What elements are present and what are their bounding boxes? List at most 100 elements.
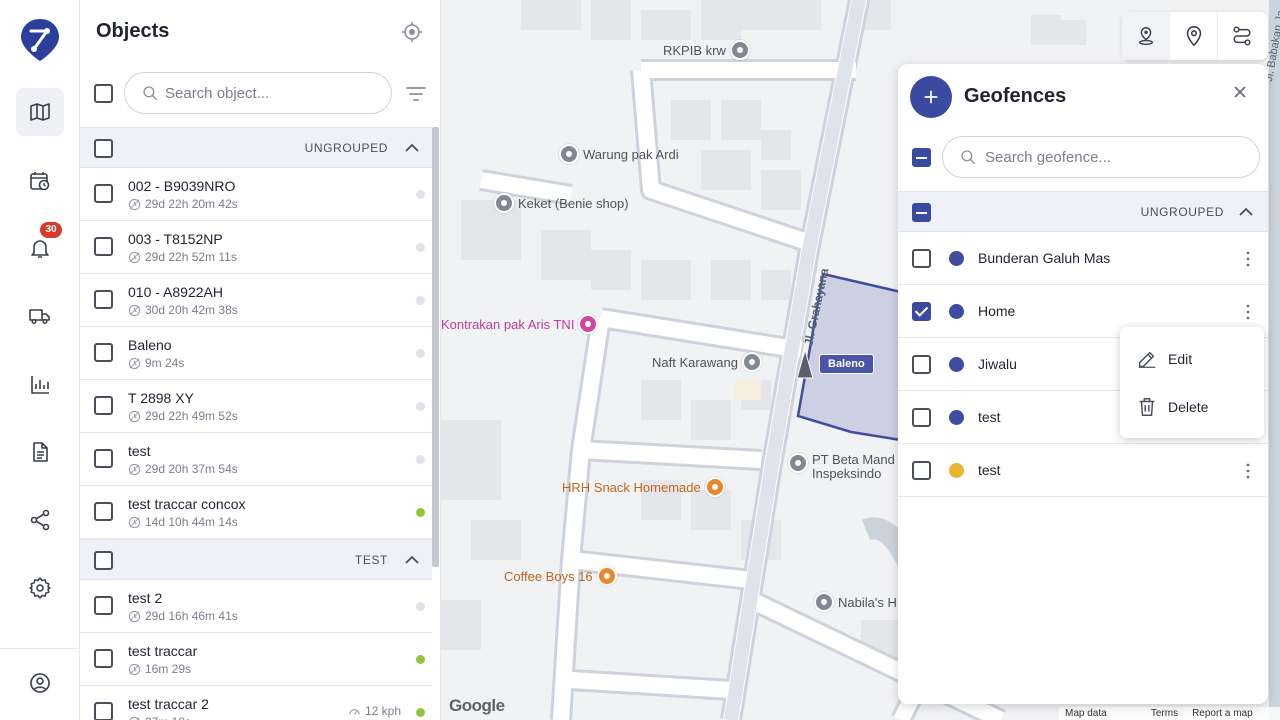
object-checkbox[interactable] <box>94 449 113 468</box>
poi-marker[interactable]: Nabila's H <box>814 592 897 612</box>
delete-menu-item[interactable]: Delete <box>1120 385 1264 429</box>
poi-toggle-button[interactable] <box>1170 12 1218 60</box>
add-geofence-button[interactable] <box>910 76 952 118</box>
chevron-up-icon[interactable] <box>402 550 422 570</box>
object-checkbox[interactable] <box>94 596 113 615</box>
vehicles-nav-button[interactable] <box>16 292 64 340</box>
select-all-geofences-checkbox[interactable] <box>912 148 931 167</box>
map-icon <box>30 103 50 121</box>
object-row[interactable]: test traccar concox 14d 10h 44m 14s <box>80 486 432 539</box>
search-icon <box>961 150 976 165</box>
poi-marker[interactable]: Coffee Boys 16 <box>504 566 617 586</box>
geofence-search[interactable] <box>942 136 1260 178</box>
poi-marker[interactable]: RKPIB krw <box>663 40 750 60</box>
route-icon <box>1233 26 1251 46</box>
poi-marker[interactable]: Kontrakan pak Aris TNI <box>441 314 599 334</box>
app-logo[interactable] <box>20 18 60 62</box>
schedule-nav-button[interactable] <box>16 157 64 205</box>
edit-icon <box>1138 351 1156 368</box>
more-vertical-icon[interactable] <box>1240 461 1256 481</box>
last-seen-icon <box>128 304 141 316</box>
group-checkbox[interactable] <box>912 203 931 222</box>
duration-text: 14d 10h 44m 14s <box>145 515 238 529</box>
object-name: test traccar <box>128 643 198 659</box>
poi-marker[interactable]: Naft Karawang <box>652 352 762 372</box>
object-row[interactable]: 003 - T8152NP 29d 22h 52m 11s <box>80 221 432 274</box>
object-duration: 14d 10h 44m 14s <box>128 515 238 529</box>
more-vertical-icon[interactable] <box>1240 302 1256 322</box>
more-vertical-icon[interactable] <box>1240 249 1256 269</box>
route-toggle-button[interactable] <box>1218 12 1266 60</box>
locate-icon[interactable] <box>400 20 424 44</box>
edit-menu-item[interactable]: Edit <box>1120 337 1264 381</box>
object-row[interactable]: Baleno 9m 24s <box>80 327 432 380</box>
object-row[interactable]: 002 - B9039NRO 29d 22h 20m 42s <box>80 168 432 221</box>
object-row[interactable]: test 29d 20h 37m 54s <box>80 433 432 486</box>
geofence-row[interactable]: Bunderan Galuh Mas <box>898 232 1268 285</box>
object-checkbox[interactable] <box>94 649 113 668</box>
object-row[interactable]: test traccar 16m 29s <box>80 633 432 686</box>
poi-marker[interactable]: Warung pak Ardi <box>559 144 679 164</box>
group-checkbox[interactable] <box>94 139 113 158</box>
group-name: TEST <box>354 553 388 567</box>
poi-marker[interactable]: Keket (Benie shop) <box>494 193 629 213</box>
documents-nav-button[interactable] <box>16 428 64 476</box>
restaurant-icon <box>596 566 617 586</box>
geofence-checkbox[interactable] <box>912 408 931 427</box>
map-attribution: Map data ©2026 Terms Report a map error <box>1059 707 1280 720</box>
restaurant-icon <box>704 477 725 497</box>
close-icon[interactable] <box>1230 82 1250 102</box>
object-checkbox[interactable] <box>94 396 113 415</box>
object-checkbox[interactable] <box>94 290 113 309</box>
object-row[interactable]: test 2 29d 16h 46m 41s <box>80 580 432 633</box>
map-data-text: Map data ©2026 <box>1065 708 1107 719</box>
object-search[interactable] <box>124 72 392 114</box>
terms-link[interactable]: Terms <box>1151 707 1178 720</box>
object-search-input[interactable] <box>165 84 365 102</box>
object-checkbox[interactable] <box>94 502 113 521</box>
object-row[interactable]: 010 - A8922AH 30d 20h 42m 38s <box>80 274 432 327</box>
geofence-search-input[interactable] <box>985 148 1225 166</box>
select-all-objects-checkbox[interactable] <box>94 84 113 103</box>
account-nav-button[interactable] <box>16 659 64 707</box>
chevron-up-icon[interactable] <box>1236 202 1256 222</box>
object-checkbox[interactable] <box>94 184 113 203</box>
chevron-up-icon[interactable] <box>402 138 422 158</box>
object-row[interactable]: test traccar 2 27m 18s 12 kph <box>80 686 432 720</box>
status-indicator <box>416 455 425 464</box>
notifications-nav-button[interactable]: 30 <box>16 222 64 272</box>
poi-marker[interactable]: PT Beta Mand Inspeksindo <box>788 453 895 481</box>
object-name: test traccar concox <box>128 496 246 512</box>
group-name: UNGROUPED <box>304 141 388 155</box>
object-checkbox[interactable] <box>94 702 113 720</box>
geofence-checkbox[interactable] <box>912 249 931 268</box>
duration-text: 9m 24s <box>145 356 185 370</box>
location-pin-icon <box>788 453 808 473</box>
group-checkbox[interactable] <box>94 551 113 570</box>
group-header-ungrouped[interactable]: UNGROUPED <box>80 127 432 168</box>
reports-nav-button[interactable] <box>16 361 64 409</box>
object-row[interactable]: T 2898 XY 29d 22h 49m 52s <box>80 380 432 433</box>
search-icon <box>143 86 158 101</box>
object-checkbox[interactable] <box>94 343 113 362</box>
object-list-scrollbar[interactable] <box>432 127 439 567</box>
group-header-test[interactable]: TEST <box>80 539 432 580</box>
geofence-name: Jiwalu <box>978 356 1017 372</box>
object-checkbox[interactable] <box>94 237 113 256</box>
settings-nav-button[interactable] <box>16 564 64 612</box>
poi-label: HRH Snack Homemade <box>562 479 701 495</box>
delete-label: Delete <box>1168 399 1209 415</box>
map-nav-button[interactable] <box>16 88 64 136</box>
geofence-group-header[interactable]: UNGROUPED <box>898 191 1268 232</box>
geofence-toggle-button[interactable] <box>1122 12 1170 60</box>
filter-icon[interactable] <box>404 82 428 106</box>
vehicle-label[interactable]: Baleno <box>819 354 874 374</box>
report-error-link[interactable]: Report a map error <box>1192 707 1274 720</box>
geofence-color-dot <box>949 251 964 266</box>
share-nav-button[interactable] <box>16 496 64 544</box>
geofence-checkbox[interactable] <box>912 355 931 374</box>
geofence-checkbox[interactable] <box>912 302 931 321</box>
poi-marker[interactable]: HRH Snack Homemade <box>562 477 725 497</box>
geofence-row[interactable]: test <box>898 444 1268 497</box>
geofence-checkbox[interactable] <box>912 461 931 480</box>
